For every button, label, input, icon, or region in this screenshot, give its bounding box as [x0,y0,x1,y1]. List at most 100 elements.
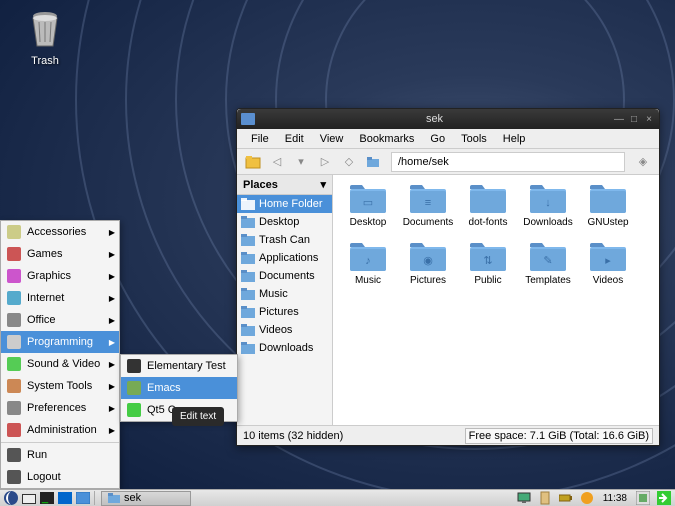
tray-clipboard-icon[interactable] [536,491,554,506]
go-button[interactable]: ◈ [633,152,653,172]
category-icon [7,313,21,327]
tray-updates-icon[interactable] [578,491,596,506]
chevron-right-icon: ▶ [109,360,115,369]
menu-help[interactable]: Help [495,133,534,145]
menu-administration[interactable]: Administration▶ [1,419,119,441]
folder-dot-fonts[interactable]: dot-fonts [459,181,517,237]
home-button[interactable] [363,152,383,172]
menu-bookmarks[interactable]: Bookmarks [351,133,422,145]
menu-programming[interactable]: Programming▶ [1,331,119,353]
menubar: File Edit View Bookmarks Go Tools Help [237,129,659,149]
chevron-right-icon: ▶ [109,228,115,237]
back-button[interactable]: ◁ [267,152,287,172]
folder-videos[interactable]: ▸Videos [579,239,637,295]
taskbar-divider [94,491,95,505]
sidebar-place-trash-can[interactable]: Trash Can [237,231,332,249]
menu-logout[interactable]: Logout [1,466,119,488]
menu-system-tools[interactable]: System Tools▶ [1,375,119,397]
category-icon [7,448,21,462]
folder-public[interactable]: ⇅Public [459,239,517,295]
sidebar-place-home-folder[interactable]: Home Folder [237,195,332,213]
folder-icon: ▸ [588,241,628,273]
menu-preferences[interactable]: Preferences▶ [1,397,119,419]
menu-tools[interactable]: Tools [453,133,495,145]
folder-templates[interactable]: ✎Templates [519,239,577,295]
up-button[interactable]: ◇ [339,152,359,172]
start-button[interactable] [2,491,20,506]
forward-button[interactable]: ▷ [315,152,335,172]
app-icon [127,381,141,395]
folder-view[interactable]: ▭Desktop≡Documentsdot-fonts↓DownloadsGNU… [333,175,659,425]
folder-music[interactable]: ♪Music [339,239,397,295]
folder-icon [241,252,255,264]
system-tray: 11:38 [515,491,673,506]
logout-icon[interactable] [655,491,673,506]
sidebar-place-applications[interactable]: Applications [237,249,332,267]
folder-downloads[interactable]: ↓Downloads [519,181,577,237]
folder-desktop[interactable]: ▭Desktop [339,181,397,237]
menu-internet[interactable]: Internet▶ [1,287,119,309]
menu-games[interactable]: Games▶ [1,243,119,265]
category-icon [7,225,21,239]
menu-edit[interactable]: Edit [277,133,312,145]
submenu-elementary-test[interactable]: Elementary Test [121,355,237,377]
trash-desktop-icon[interactable]: Trash [25,10,65,67]
sidebar-place-pictures[interactable]: Pictures [237,303,332,321]
submenu-emacs[interactable]: Emacs [121,377,237,399]
show-desktop-button[interactable] [74,491,92,506]
menu-run[interactable]: Run [1,444,119,466]
taskbar-clock[interactable]: 11:38 [599,493,631,504]
taskbar-task-sek[interactable]: sek [101,491,191,506]
folder-gnustep[interactable]: GNUstep [579,181,637,237]
places-header[interactable]: Places ▾ [237,175,332,195]
minimize-button[interactable]: — [613,113,625,125]
category-icon [7,335,21,349]
menu-graphics[interactable]: Graphics▶ [1,265,119,287]
menu-sound-video[interactable]: Sound & Video▶ [1,353,119,375]
category-icon [7,269,21,283]
maximize-button[interactable]: □ [628,113,640,125]
tray-display-icon[interactable] [515,491,533,506]
folder-icon: ▭ [348,183,388,215]
chevron-right-icon: ▶ [109,404,115,413]
history-button[interactable]: ▾ [291,152,311,172]
svg-text:⇅: ⇅ [483,255,492,267]
new-tab-button[interactable] [243,152,263,172]
file-manager-launcher[interactable] [20,491,38,506]
category-icon [7,291,21,305]
sidebar-place-downloads[interactable]: Downloads [237,339,332,357]
category-icon [7,470,21,484]
window-titlebar[interactable]: sek — □ × [237,109,659,129]
svg-text:↓: ↓ [545,197,551,209]
chevron-right-icon: ▶ [109,294,115,303]
sidebar-place-documents[interactable]: Documents [237,267,332,285]
category-icon [7,357,21,371]
sidebar-place-music[interactable]: Music [237,285,332,303]
sidebar-place-videos[interactable]: Videos [237,321,332,339]
chevron-right-icon: ▶ [109,272,115,281]
svg-text:✎: ✎ [543,255,552,267]
sidebar-place-desktop[interactable]: Desktop [237,213,332,231]
menu-file[interactable]: File [243,133,277,145]
tray-battery-icon[interactable] [557,491,575,506]
folder-icon [241,306,255,318]
menu-view[interactable]: View [312,133,352,145]
status-items: 10 items (32 hidden) [243,430,343,442]
folder-icon [108,493,120,503]
folder-documents[interactable]: ≡Documents [399,181,457,237]
browser-launcher[interactable] [56,491,74,506]
folder-pictures[interactable]: ◉Pictures [399,239,457,295]
menu-accessories[interactable]: Accessories▶ [1,221,119,243]
close-button[interactable]: × [643,113,655,125]
address-text: /home/sek [398,156,449,168]
taskbar: _ sek 11:38 [0,489,675,506]
menu-office[interactable]: Office▶ [1,309,119,331]
tray-network-icon[interactable] [634,491,652,506]
terminal-launcher[interactable]: _ [38,491,56,506]
app-icon [127,359,141,373]
svg-text:◉: ◉ [423,255,433,267]
menu-go[interactable]: Go [422,133,453,145]
toolbar: ◁ ▾ ▷ ◇ /home/sek ◈ [237,149,659,175]
folder-icon [241,113,255,125]
address-bar[interactable]: /home/sek [391,152,625,172]
